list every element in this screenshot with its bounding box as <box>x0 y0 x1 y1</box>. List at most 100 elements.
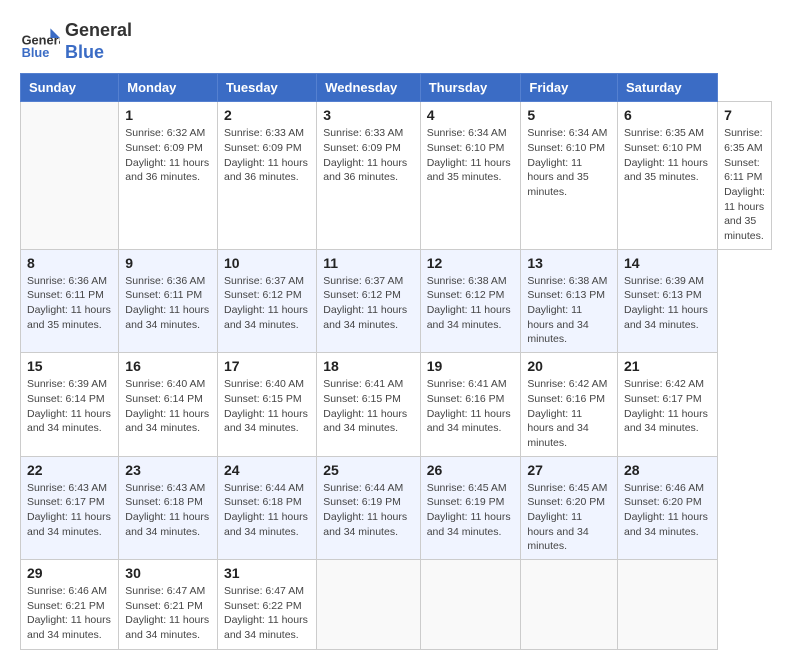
day-number: 21 <box>624 358 711 374</box>
day-info: Sunrise: 6:47 AMSunset: 6:22 PMDaylight:… <box>224 584 310 643</box>
calendar-header-row: SundayMondayTuesdayWednesdayThursdayFrid… <box>21 74 772 102</box>
day-header-friday: Friday <box>521 74 618 102</box>
day-number: 6 <box>624 107 711 123</box>
day-number: 14 <box>624 255 711 271</box>
calendar-cell: 28 Sunrise: 6:46 AMSunset: 6:20 PMDayligh… <box>618 456 718 559</box>
day-info: Sunrise: 6:46 AMSunset: 6:21 PMDaylight:… <box>27 584 112 643</box>
calendar-cell <box>618 560 718 650</box>
day-info: Sunrise: 6:42 AMSunset: 6:17 PMDaylight:… <box>624 377 711 436</box>
calendar-cell <box>317 560 420 650</box>
day-number: 12 <box>427 255 515 271</box>
logo: General Blue General Blue <box>20 20 132 63</box>
calendar-cell: 19Sunrise: 6:41 AMSunset: 6:16 PMDayligh… <box>420 353 521 456</box>
calendar-cell: 21 Sunrise: 6:42 AMSunset: 6:17 PMDayligh… <box>618 353 718 456</box>
day-number: 26 <box>427 462 515 478</box>
calendar: SundayMondayTuesdayWednesdayThursdayFrid… <box>20 73 772 650</box>
day-number: 5 <box>527 107 611 123</box>
day-info: Sunrise: 6:41 AMSunset: 6:16 PMDaylight:… <box>427 377 515 436</box>
week-row-3: 15 Sunrise: 6:39 AMSunset: 6:14 PMDayligh… <box>21 353 772 456</box>
calendar-cell: 8 Sunrise: 6:36 AMSunset: 6:11 PMDaylight… <box>21 249 119 352</box>
day-info: Sunrise: 6:35 AMSunset: 6:10 PMDaylight:… <box>624 126 711 185</box>
day-number: 27 <box>527 462 611 478</box>
day-number: 7 <box>724 107 765 123</box>
day-number: 18 <box>323 358 413 374</box>
calendar-cell: 23 Sunrise: 6:43 AMSunset: 6:18 PMDayligh… <box>119 456 218 559</box>
day-header-monday: Monday <box>119 74 218 102</box>
calendar-cell: 29 Sunrise: 6:46 AMSunset: 6:21 PMDayligh… <box>21 560 119 650</box>
day-info: Sunrise: 6:39 AMSunset: 6:14 PMDaylight:… <box>27 377 112 436</box>
day-number: 25 <box>323 462 413 478</box>
calendar-cell: 25 Sunrise: 6:44 AMSunset: 6:19 PMDayligh… <box>317 456 420 559</box>
calendar-cell: 11Sunrise: 6:37 AMSunset: 6:12 PMDayligh… <box>317 249 420 352</box>
day-header-wednesday: Wednesday <box>317 74 420 102</box>
day-info: Sunrise: 6:44 AMSunset: 6:18 PMDaylight:… <box>224 481 310 540</box>
day-number: 10 <box>224 255 310 271</box>
day-number: 24 <box>224 462 310 478</box>
day-number: 1 <box>125 107 211 123</box>
calendar-cell: 2 Sunrise: 6:33 AMSunset: 6:09 PMDaylight… <box>218 102 317 250</box>
day-number: 4 <box>427 107 515 123</box>
day-info: Sunrise: 6:46 AMSunset: 6:20 PMDaylight:… <box>624 481 711 540</box>
calendar-cell: 10 Sunrise: 6:37 AMSunset: 6:12 PMDayligh… <box>218 249 317 352</box>
day-header-thursday: Thursday <box>420 74 521 102</box>
day-number: 20 <box>527 358 611 374</box>
day-info: Sunrise: 6:33 AMSunset: 6:09 PMDaylight:… <box>323 126 413 185</box>
day-info: Sunrise: 6:36 AMSunset: 6:11 PMDaylight:… <box>27 274 112 333</box>
day-header-sunday: Sunday <box>21 74 119 102</box>
calendar-cell: 31 Sunrise: 6:47 AMSunset: 6:22 PMDayligh… <box>218 560 317 650</box>
calendar-cell: 13 Sunrise: 6:38 AMSunset: 6:13 PMDayligh… <box>521 249 618 352</box>
week-row-5: 29 Sunrise: 6:46 AMSunset: 6:21 PMDayligh… <box>21 560 772 650</box>
day-info: Sunrise: 6:39 AMSunset: 6:13 PMDaylight:… <box>624 274 711 333</box>
logo-line1: General <box>65 20 132 42</box>
logo-icon: General Blue <box>20 22 60 62</box>
day-number: 8 <box>27 255 112 271</box>
calendar-cell: 30Sunrise: 6:47 AMSunset: 6:21 PMDayligh… <box>119 560 218 650</box>
calendar-cell <box>420 560 521 650</box>
day-number: 2 <box>224 107 310 123</box>
day-info: Sunrise: 6:40 AMSunset: 6:15 PMDaylight:… <box>224 377 310 436</box>
day-info: Sunrise: 6:45 AMSunset: 6:20 PMDaylight:… <box>527 481 611 554</box>
calendar-cell: 7Sunrise: 6:35 AMSunset: 6:11 PMDaylight… <box>718 102 772 250</box>
calendar-cell: 15 Sunrise: 6:39 AMSunset: 6:14 PMDayligh… <box>21 353 119 456</box>
day-info: Sunrise: 6:44 AMSunset: 6:19 PMDaylight:… <box>323 481 413 540</box>
day-info: Sunrise: 6:33 AMSunset: 6:09 PMDaylight:… <box>224 126 310 185</box>
calendar-cell: 16 Sunrise: 6:40 AMSunset: 6:14 PMDayligh… <box>119 353 218 456</box>
calendar-cell: 3 Sunrise: 6:33 AMSunset: 6:09 PMDaylight… <box>317 102 420 250</box>
day-number: 13 <box>527 255 611 271</box>
day-info: Sunrise: 6:34 AMSunset: 6:10 PMDaylight:… <box>427 126 515 185</box>
calendar-cell <box>21 102 119 250</box>
day-number: 11 <box>323 255 413 271</box>
day-number: 16 <box>125 358 211 374</box>
day-info: Sunrise: 6:38 AMSunset: 6:13 PMDaylight:… <box>527 274 611 347</box>
calendar-cell: 22Sunrise: 6:43 AMSunset: 6:17 PMDayligh… <box>21 456 119 559</box>
calendar-cell: 4 Sunrise: 6:34 AMSunset: 6:10 PMDaylight… <box>420 102 521 250</box>
day-info: Sunrise: 6:45 AMSunset: 6:19 PMDaylight:… <box>427 481 515 540</box>
day-info: Sunrise: 6:37 AMSunset: 6:12 PMDaylight:… <box>224 274 310 333</box>
calendar-cell: 20 Sunrise: 6:42 AMSunset: 6:16 PMDayligh… <box>521 353 618 456</box>
day-info: Sunrise: 6:32 AMSunset: 6:09 PMDaylight:… <box>125 126 211 185</box>
week-row-1: 1 Sunrise: 6:32 AMSunset: 6:09 PMDaylight… <box>21 102 772 250</box>
day-info: Sunrise: 6:38 AMSunset: 6:12 PMDaylight:… <box>427 274 515 333</box>
day-number: 30 <box>125 565 211 581</box>
day-info: Sunrise: 6:40 AMSunset: 6:14 PMDaylight:… <box>125 377 211 436</box>
week-row-4: 22Sunrise: 6:43 AMSunset: 6:17 PMDayligh… <box>21 456 772 559</box>
day-info: Sunrise: 6:34 AMSunset: 6:10 PMDaylight:… <box>527 126 611 199</box>
day-number: 23 <box>125 462 211 478</box>
day-number: 3 <box>323 107 413 123</box>
day-number: 28 <box>624 462 711 478</box>
calendar-cell: 1 Sunrise: 6:32 AMSunset: 6:09 PMDaylight… <box>119 102 218 250</box>
day-header-tuesday: Tuesday <box>218 74 317 102</box>
day-info: Sunrise: 6:42 AMSunset: 6:16 PMDaylight:… <box>527 377 611 450</box>
logo-line2: Blue <box>65 42 132 64</box>
calendar-cell <box>521 560 618 650</box>
calendar-cell: 18 Sunrise: 6:41 AMSunset: 6:15 PMDayligh… <box>317 353 420 456</box>
calendar-cell: 5 Sunrise: 6:34 AMSunset: 6:10 PMDaylight… <box>521 102 618 250</box>
day-number: 15 <box>27 358 112 374</box>
day-number: 29 <box>27 565 112 581</box>
day-info: Sunrise: 6:43 AMSunset: 6:18 PMDaylight:… <box>125 481 211 540</box>
calendar-cell: 24 Sunrise: 6:44 AMSunset: 6:18 PMDayligh… <box>218 456 317 559</box>
calendar-cell: 17Sunrise: 6:40 AMSunset: 6:15 PMDayligh… <box>218 353 317 456</box>
day-number: 31 <box>224 565 310 581</box>
calendar-cell: 27 Sunrise: 6:45 AMSunset: 6:20 PMDayligh… <box>521 456 618 559</box>
day-info: Sunrise: 6:41 AMSunset: 6:15 PMDaylight:… <box>323 377 413 436</box>
